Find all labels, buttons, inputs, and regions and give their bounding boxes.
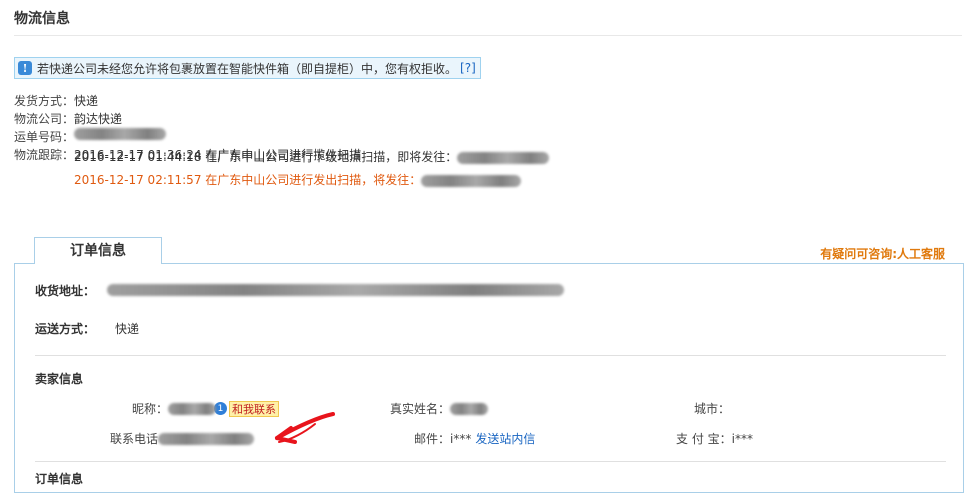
notice-bar: ! 若快递公司未经您允许将包裹放置在智能快件箱（即自提柜）中，您有权拒收。 [?… <box>14 57 481 79</box>
ship-method-row: 发货方式： 快递 <box>14 92 361 110</box>
nickname-label: 昵称： <box>132 402 169 416</box>
phone-field: 联系电话 <box>110 430 255 447</box>
notice-text: 若快递公司未经您允许将包裹放置在智能快件箱（即自提柜）中，您有权拒收。 <box>37 61 458 76</box>
company-label: 物流公司： <box>14 112 75 126</box>
tracking-text: 2016-12-17 02:11:57 在广东中山公司进行发出扫描，将发往： <box>74 173 422 187</box>
alipay-label: 支 付 宝： <box>676 432 732 446</box>
tracking-line-latest: 2016-12-17 02:11:57 在广东中山公司进行发出扫描，将发往： <box>74 169 549 192</box>
order-panel: 收货地址： 运送方式： 快递 卖家信息 昵称： 1 和我联系 真实姓名： 城市：… <box>14 263 964 493</box>
redacted-waybill <box>74 128 167 140</box>
section-divider <box>14 35 962 36</box>
divider <box>35 355 946 356</box>
tracking-line: 2016-12-17 01:44:18 在广东中山公司进行下级地点扫描，即将发往… <box>74 146 550 169</box>
notice-help-link[interactable]: [?] <box>460 61 476 75</box>
phone-label: 联系电话 <box>110 432 159 446</box>
order-info-title: 订单信息 <box>35 472 84 486</box>
redacted-destination <box>457 151 550 164</box>
email-label: 邮件： <box>414 432 451 446</box>
email-value: i*** <box>450 431 472 446</box>
send-message-link[interactable]: 发送站内信 <box>475 430 535 447</box>
customer-service-link[interactable]: 有疑问可咨询:人工客服 <box>820 245 945 262</box>
city-label: 城市： <box>694 402 731 416</box>
waybill-row: 运单号码： <box>14 128 361 146</box>
ship-method-label: 发货方式： <box>14 94 75 108</box>
redacted-realname <box>450 402 489 415</box>
tracking-list: 2016-12-17 01:44:18 在广东中山公司进行下级地点扫描，即将发往… <box>74 146 550 192</box>
alipay-value: i*** <box>731 431 753 446</box>
section-title: 物流信息 <box>14 11 70 27</box>
divider <box>35 461 946 462</box>
address-label: 收货地址： <box>35 284 96 298</box>
realname-field: 真实姓名： <box>390 400 489 417</box>
company-value: 韵达快递 <box>74 112 123 126</box>
seller-info-title: 卖家信息 <box>35 372 84 386</box>
ship-method-value: 快递 <box>74 94 99 108</box>
tracking-label: 物流跟踪： <box>14 148 75 162</box>
annotation-arrow-icon <box>275 412 335 444</box>
tracking-text: 2016-12-17 01:44:18 在广东中山公司进行下级地点扫描，即将发往… <box>74 150 458 164</box>
redacted-address <box>107 284 564 296</box>
delivery-label: 运送方式： <box>35 322 96 336</box>
waybill-label: 运单号码： <box>14 130 75 144</box>
alipay-field: 支 付 宝： i*** <box>676 430 753 447</box>
city-field: 城市： <box>694 400 730 417</box>
company-row: 物流公司： 韵达快递 <box>14 110 361 128</box>
email-field: 邮件： i*** 发送站内信 <box>414 430 535 447</box>
tab-order-info[interactable]: 订单信息 <box>34 237 162 264</box>
realname-label: 真实姓名： <box>390 402 451 416</box>
info-icon: ! <box>18 61 32 75</box>
redacted-destination <box>421 174 522 187</box>
delivery-value: 快递 <box>115 322 140 336</box>
redacted-phone <box>158 432 255 445</box>
redacted-nickname <box>168 402 217 415</box>
